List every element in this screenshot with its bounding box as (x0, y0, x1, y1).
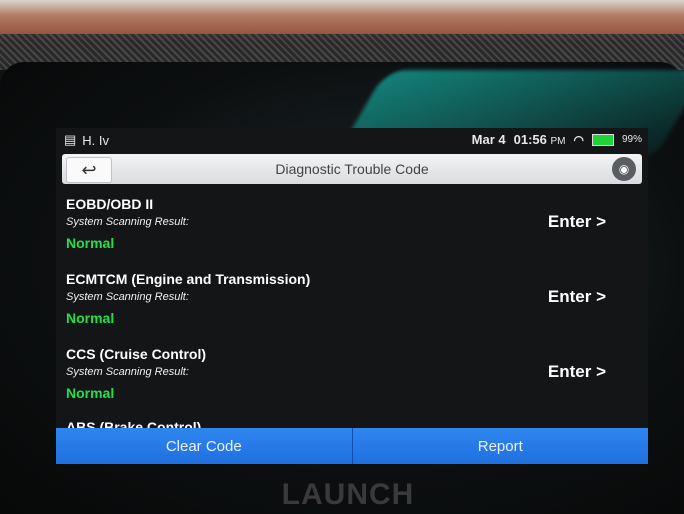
bottom-action-bar: Clear Code Report (56, 428, 648, 464)
battery-icon (591, 133, 614, 146)
scan-result-label: System Scanning Result: (66, 291, 189, 303)
status-bar: ▤ H. Iv Mar 4 01:56 PM ◠ 99% (56, 128, 648, 154)
system-item[interactable]: ABS (Brake Control) (56, 413, 648, 428)
calendar-icon: ▤ (64, 132, 77, 147)
system-item[interactable]: EOBD/OBD II System Scanning Result: Norm… (56, 188, 648, 263)
status-date: Mar 4 (471, 132, 506, 147)
system-name: ECMTCM (Engine and Transmission) (66, 271, 311, 287)
scan-status: Normal (66, 385, 115, 401)
report-button[interactable]: Report (351, 428, 648, 464)
battery-percent: 99% (621, 134, 642, 145)
system-name: ABS (Brake Control) (66, 419, 202, 428)
screenshot-button[interactable]: ◉ (596, 157, 636, 181)
back-arrow-icon: ↩ (81, 159, 97, 180)
back-button[interactable]: ↩ (66, 157, 112, 183)
enter-button[interactable]: Enter > (548, 212, 606, 232)
system-name: CCS (Cruise Control) (66, 346, 206, 362)
scan-status: Normal (66, 310, 115, 326)
scan-result-label: System Scanning Result: (66, 366, 189, 378)
scan-result-label: System Scanning Result: (66, 216, 189, 228)
scan-status: Normal (66, 235, 115, 251)
system-list: EOBD/OBD II System Scanning Result: Norm… (56, 188, 648, 428)
device-brand-logo: LAUNCH (281, 478, 415, 511)
status-time: 01:56 PM (513, 132, 566, 147)
title-bar: ↩ Diagnostic Trouble Code ◉ (62, 154, 642, 184)
enter-button[interactable]: Enter > (548, 287, 606, 307)
clear-code-button[interactable]: Clear Code (56, 428, 352, 464)
wifi-icon: ◠ (573, 132, 584, 147)
system-item[interactable]: CCS (Cruise Control) System Scanning Res… (56, 338, 648, 413)
page-title: Diagnostic Trouble Code (275, 161, 429, 177)
system-name: EOBD/OBD II (66, 196, 154, 212)
device-screen: ▤ H. Iv Mar 4 01:56 PM ◠ 99% ↩ Diagnosti… (56, 128, 648, 464)
enter-button[interactable]: Enter > (548, 362, 606, 382)
status-left-text: H. Iv (82, 132, 110, 148)
camera-icon: ◉ (612, 157, 636, 181)
system-item[interactable]: ECMTCM (Engine and Transmission) System … (56, 263, 648, 338)
